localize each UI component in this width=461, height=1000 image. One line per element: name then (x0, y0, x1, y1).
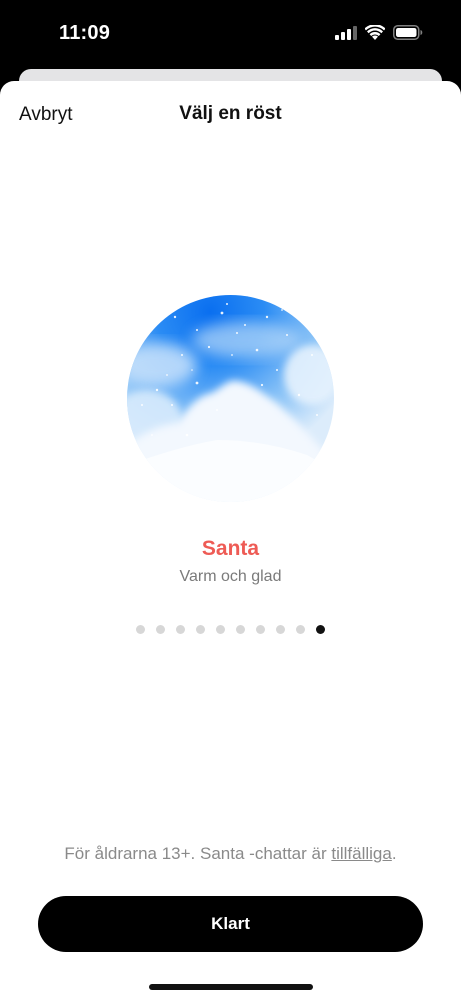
age-notice-end: . (391, 844, 397, 863)
status-bar: 11:09 (0, 0, 461, 68)
voice-name: Santa (201, 537, 260, 560)
voice-orb-image (127, 295, 334, 502)
battery-icon (393, 25, 423, 40)
status-time: 11:09 (59, 22, 111, 44)
cellular-signal-icon (335, 25, 357, 40)
status-icons (335, 25, 423, 40)
page-dot[interactable] (236, 625, 245, 634)
age-notice-text: För åldrarna 13+. Santa -chattar är (64, 844, 332, 863)
page-dot[interactable] (196, 625, 205, 634)
temporary-chats-link[interactable]: tillfälliga (331, 844, 391, 863)
page-dot[interactable] (136, 625, 145, 634)
page-dot-active[interactable] (316, 625, 325, 634)
page-dot[interactable] (156, 625, 165, 634)
voice-description: Varm och glad (179, 568, 282, 585)
page-dot[interactable] (276, 625, 285, 634)
page-dot[interactable] (216, 625, 225, 634)
age-notice: För åldrarna 13+. Santa -chattar är till… (0, 844, 461, 864)
page-dot[interactable] (176, 625, 185, 634)
page-dot[interactable] (256, 625, 265, 634)
screen: 11:09 Avbryt Välj en röst Santa Varm och… (0, 0, 461, 1000)
home-indicator[interactable] (149, 984, 313, 990)
voice-picker-sheet: Avbryt Välj en röst Santa Varm och glad … (0, 81, 461, 1000)
done-button[interactable]: Klart (38, 896, 423, 952)
cancel-button[interactable]: Avbryt (19, 104, 73, 126)
page-dot[interactable] (296, 625, 305, 634)
page-indicator[interactable] (0, 625, 461, 634)
voice-orb[interactable] (127, 295, 334, 502)
wifi-icon (365, 25, 385, 40)
